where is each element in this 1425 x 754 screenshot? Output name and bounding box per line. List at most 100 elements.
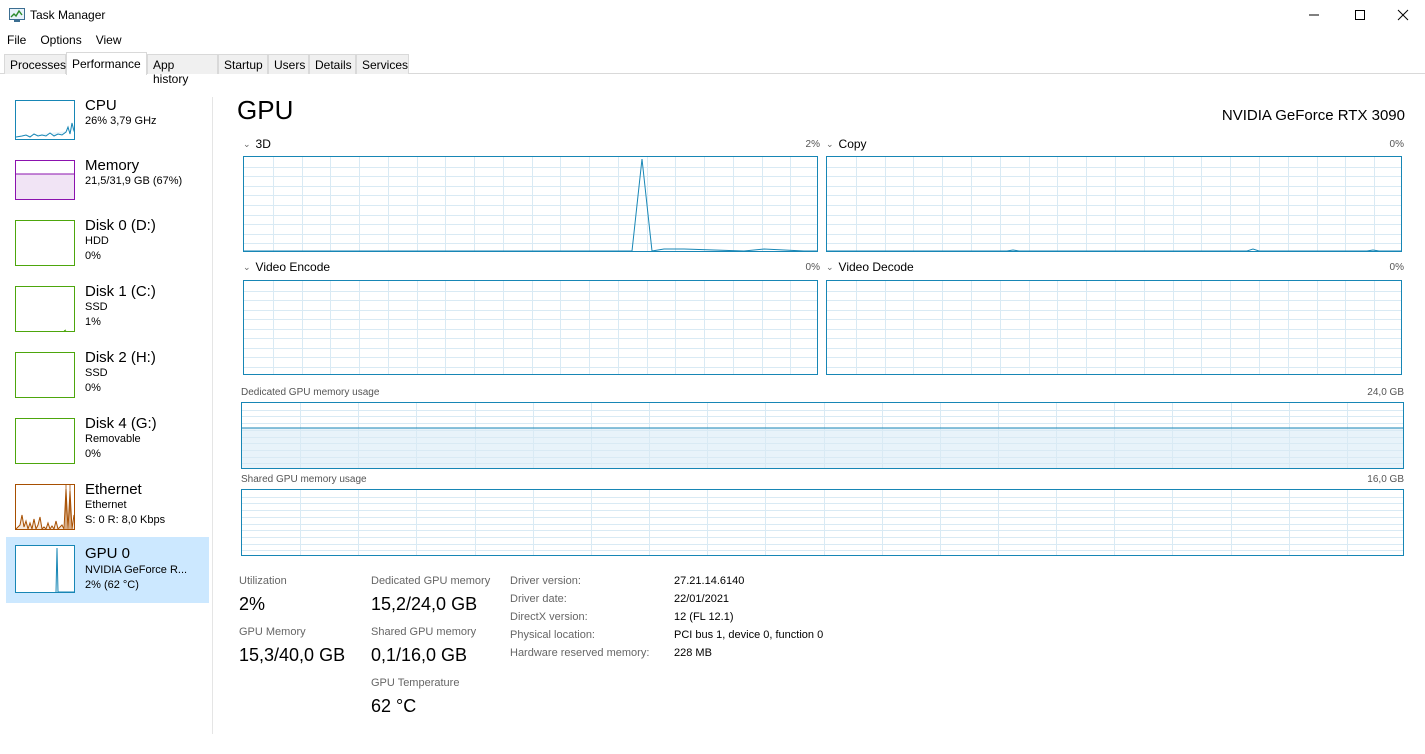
sidebar-divider: [212, 97, 213, 734]
menu-view[interactable]: View: [89, 30, 129, 50]
graph-dedicated-memory-plot: [242, 403, 1403, 468]
cpu-thumbnail-graph: [15, 100, 75, 140]
disk-2-thumbnail-graph: [15, 352, 75, 398]
driver-version-value: 27.21.14.6140: [674, 575, 745, 587]
graph-shared-memory: [241, 489, 1404, 556]
sidebar-item-title: Disk 2 (H:): [85, 349, 156, 366]
sidebar-item-type: SSD: [85, 301, 108, 313]
sidebar-item-title: Memory: [85, 157, 140, 174]
sidebar-item-type: SSD: [85, 367, 108, 379]
driver-version-label: Driver version:: [510, 575, 581, 587]
sidebar-item-title: Ethernet: [85, 481, 142, 498]
disk-4-thumbnail-graph: [15, 418, 75, 464]
tab-services[interactable]: Services: [356, 54, 409, 74]
shared-memory-max: 16,0 GB: [1367, 474, 1404, 485]
menu-file[interactable]: File: [0, 30, 33, 50]
sidebar-item-detail: 0%: [85, 382, 101, 394]
engine-percent: 0%: [805, 262, 820, 273]
sidebar-item-memory[interactable]: Memory 21,5/31,9 GB (67%): [6, 155, 209, 219]
engine-label: Video Encode: [255, 260, 331, 274]
sidebar-item-type: NVIDIA GeForce R...: [85, 564, 188, 576]
chevron-down-icon: ⌄: [826, 138, 834, 149]
tab-startup[interactable]: Startup: [218, 54, 268, 74]
gpu-temperature-label: GPU Temperature: [371, 677, 460, 689]
sidebar-item-disk-0[interactable]: Disk 0 (D:) HDD 0%: [6, 215, 209, 279]
sidebar-item-gpu-0[interactable]: GPU 0 NVIDIA GeForce R... 2% (62 °C): [6, 537, 209, 603]
engine-selector-3d[interactable]: ⌄ 3D: [243, 137, 271, 151]
graph-copy-plot: [827, 157, 1401, 251]
sidebar-item-ethernet[interactable]: Ethernet Ethernet S: 0 R: 8,0 Kbps: [6, 479, 209, 543]
sidebar-item-detail: 2% (62 °C): [85, 579, 139, 591]
engine-selector-video-decode[interactable]: ⌄ Video Decode: [826, 260, 914, 274]
sidebar-item-disk-4[interactable]: Disk 4 (G:) Removable 0%: [6, 413, 209, 477]
resource-sidebar: CPU 26% 3,79 GHz Memory 21,5/31,9 GB (67…: [0, 75, 212, 754]
chevron-down-icon: ⌄: [243, 261, 251, 272]
graph-video-encode: [243, 280, 818, 375]
utilization-label: Utilization: [239, 575, 287, 587]
shared-memory-graph-label: Shared GPU memory usage: [241, 474, 367, 485]
maximize-icon: [1355, 10, 1365, 20]
page-title: GPU: [237, 95, 294, 125]
sidebar-item-cpu[interactable]: CPU 26% 3,79 GHz: [6, 95, 209, 159]
directx-version-value: 12 (FL 12.1): [674, 611, 734, 623]
sidebar-item-disk-2[interactable]: Disk 2 (H:) SSD 0%: [6, 347, 209, 411]
tab-performance[interactable]: Performance: [66, 52, 147, 75]
physical-location-value: PCI bus 1, device 0, function 0: [674, 629, 824, 641]
close-button[interactable]: [1380, 0, 1425, 30]
engine-label: Video Decode: [838, 260, 914, 274]
engine-percent: 2%: [805, 139, 820, 150]
ethernet-thumbnail-graph: [15, 484, 75, 530]
tab-users[interactable]: Users: [268, 54, 309, 74]
tab-strip: Processes Performance App history Startu…: [0, 52, 1425, 86]
utilization-value: 2%: [239, 594, 266, 614]
engine-label: Copy: [838, 137, 867, 151]
shared-memory-value: 0,1/16,0 GB: [371, 645, 468, 665]
sidebar-item-detail: 21,5/31,9 GB (67%): [85, 175, 183, 187]
reserved-memory-value: 228 MB: [674, 647, 712, 659]
gpu-temperature-value: 62 °C: [371, 696, 417, 716]
dedicated-memory-max: 24,0 GB: [1367, 387, 1404, 398]
physical-location-label: Physical location:: [510, 629, 595, 641]
engine-percent: 0%: [1389, 262, 1404, 273]
sidebar-item-type: Ethernet: [85, 499, 127, 511]
gpu-memory-label: GPU Memory: [239, 626, 306, 638]
sidebar-item-detail: 0%: [85, 250, 101, 262]
menu-options[interactable]: Options: [33, 30, 88, 50]
graph-video-encode-plot: [244, 281, 817, 374]
close-icon: [1397, 9, 1409, 21]
driver-date-label: Driver date:: [510, 593, 567, 605]
graph-copy: [826, 156, 1402, 252]
minimize-button[interactable]: [1291, 0, 1337, 30]
task-manager-icon: [9, 8, 25, 22]
disk-1-thumbnail-graph: [15, 286, 75, 332]
title-bar: Task Manager: [0, 0, 1425, 30]
graph-3d: [243, 156, 818, 252]
memory-thumbnail-graph: [15, 160, 75, 200]
graph-shared-memory-plot: [242, 490, 1403, 555]
graph-grid: [242, 490, 1403, 555]
engine-selector-copy[interactable]: ⌄ Copy: [826, 137, 867, 151]
engine-selector-video-encode[interactable]: ⌄ Video Encode: [243, 260, 330, 274]
sidebar-item-disk-1[interactable]: Disk 1 (C:) SSD 1%: [6, 281, 209, 345]
graph-grid: [827, 281, 1401, 374]
sidebar-item-title: Disk 1 (C:): [85, 283, 156, 300]
tab-processes[interactable]: Processes: [4, 54, 66, 74]
disk-0-thumbnail-graph: [15, 220, 75, 266]
graph-grid: [827, 157, 1401, 251]
graph-video-decode-plot: [827, 281, 1401, 374]
sidebar-item-title: GPU 0: [85, 545, 131, 562]
sidebar-item-type: Removable: [85, 433, 141, 445]
window-title: Task Manager: [30, 8, 106, 22]
maximize-button[interactable]: [1337, 0, 1383, 30]
tab-details[interactable]: Details: [309, 54, 356, 74]
sidebar-item-title: Disk 4 (G:): [85, 415, 157, 432]
graph-video-decode: [826, 280, 1402, 375]
chevron-down-icon: ⌄: [243, 138, 251, 149]
graph-3d-plot: [244, 157, 817, 251]
reserved-memory-label: Hardware reserved memory:: [510, 647, 650, 659]
tab-app-history[interactable]: App history: [147, 54, 218, 86]
gpu-model-name: NVIDIA GeForce RTX 3090: [1221, 107, 1405, 124]
gpu-memory-value: 15,3/40,0 GB: [239, 645, 346, 665]
dedicated-memory-label: Dedicated GPU memory: [371, 575, 491, 587]
sidebar-item-title: CPU: [85, 97, 117, 114]
